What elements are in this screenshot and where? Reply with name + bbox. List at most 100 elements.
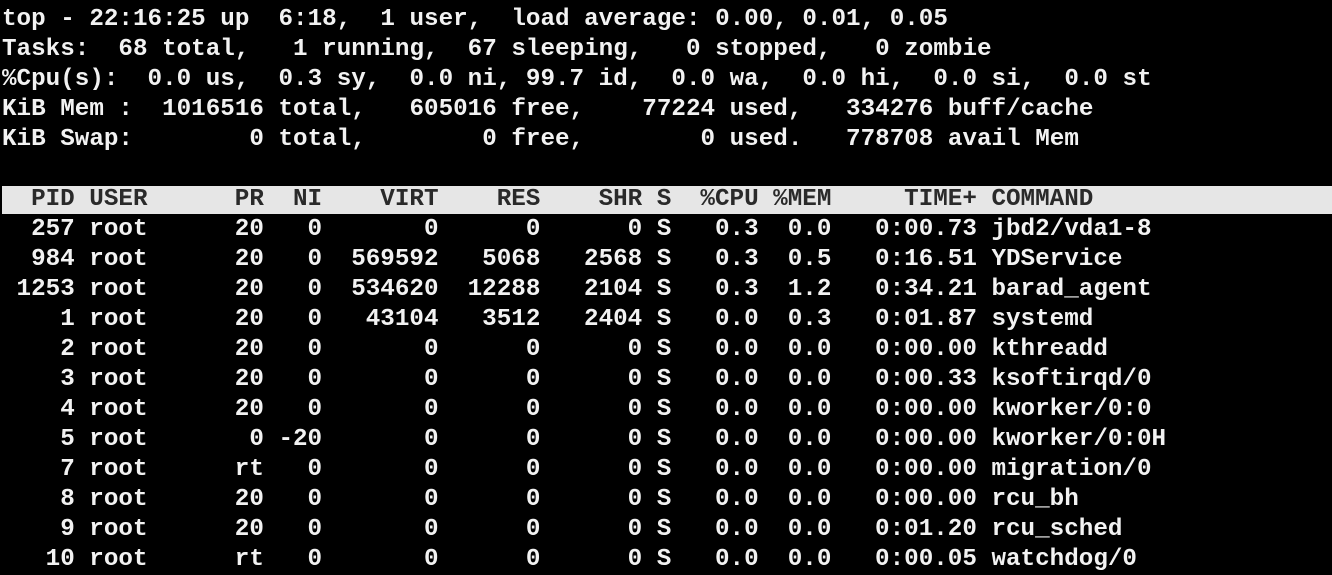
process-row: 257 root 20 0 0 0 0 S 0.3 0.0 0:00.73 jbd2/vda1-8 xyxy=(2,215,1152,245)
user-cell: root xyxy=(89,546,148,573)
shr-cell: SHR xyxy=(598,186,643,213)
pr-cell: 20 xyxy=(234,396,264,423)
virt-cell: 0 xyxy=(423,396,439,423)
user-cell: root xyxy=(89,456,148,483)
res-cell: 3512 xyxy=(482,306,541,333)
state-cell: S xyxy=(656,336,672,363)
ni-cell: 0 xyxy=(307,486,323,513)
state-cell: S xyxy=(656,186,672,213)
shr-cell: 0 xyxy=(627,456,643,483)
cpu-cell: 0.0 xyxy=(714,516,759,543)
pid-cell: 2 xyxy=(60,336,75,363)
res-cell: 0 xyxy=(525,486,541,513)
pid-cell: 1 xyxy=(60,306,75,333)
pr-cell: 20 xyxy=(234,336,264,363)
pr-cell: 0 xyxy=(249,426,264,453)
ni-cell: 0 xyxy=(307,246,323,273)
mem-cell: 0.0 xyxy=(787,366,832,393)
cpu-cell: 0.3 xyxy=(714,276,759,303)
time-cell: 0:00.00 xyxy=(875,396,977,423)
pr-cell: 20 xyxy=(234,516,264,543)
state-cell: S xyxy=(656,366,672,393)
process-row: 3 root 20 0 0 0 0 S 0.0 0.0 0:00.33 ksoftirqd/0 xyxy=(2,365,1152,395)
state-cell: S xyxy=(656,396,672,423)
command-cell: kworker/0:0 xyxy=(991,396,1152,423)
process-row: 2 root 20 0 0 0 0 S 0.0 0.0 0:00.00 kthreadd xyxy=(2,335,1108,365)
user-cell: root xyxy=(89,516,148,543)
command-cell: rcu_sched xyxy=(991,516,1123,543)
time-cell: 0:34.21 xyxy=(875,276,977,303)
state-cell: S xyxy=(656,426,672,453)
time-cell: 0:00.05 xyxy=(875,546,977,573)
mem-cell: 0.0 xyxy=(787,396,832,423)
user-cell: root xyxy=(89,216,148,243)
command-cell: ksoftirqd/0 xyxy=(991,366,1152,393)
time-cell: 0:01.20 xyxy=(875,516,977,543)
command-cell: watchdog/0 xyxy=(991,546,1137,573)
shr-cell: 2568 xyxy=(584,246,643,273)
state-cell: S xyxy=(656,216,672,243)
process-row: 984 root 20 0 569592 5068 2568 S 0.3 0.5 0:16.51 YD… xyxy=(2,245,1122,275)
cpu-cell: 0.0 xyxy=(714,426,759,453)
state-cell: S xyxy=(656,486,672,513)
process-row: 9 root 20 0 0 0 0 S 0.0 0.0 0:01.20 rcu_sched xyxy=(2,515,1122,545)
command-cell: kworker/0:0H xyxy=(991,426,1167,453)
ni-cell: 0 xyxy=(307,456,323,483)
time-cell: 0:00.00 xyxy=(875,336,977,363)
pr-cell: rt xyxy=(234,546,264,573)
cpu-cell: 0.0 xyxy=(714,336,759,363)
cpu-cell: 0.0 xyxy=(714,456,759,483)
user-cell: root xyxy=(89,426,148,453)
command-cell: jbd2/vda1-8 xyxy=(991,216,1152,243)
ni-cell: 0 xyxy=(307,516,323,543)
mem-cell: 0.0 xyxy=(787,426,832,453)
res-cell: 0 xyxy=(525,456,541,483)
time-cell: 0:00.00 xyxy=(875,486,977,513)
res-cell: 0 xyxy=(525,516,541,543)
pid-cell: 3 xyxy=(60,366,75,393)
state-cell: S xyxy=(656,306,672,333)
user-cell: root xyxy=(89,396,148,423)
virt-cell: 569592 xyxy=(351,246,439,273)
pr-cell: 20 xyxy=(234,366,264,393)
time-cell: 0:00.00 xyxy=(875,426,977,453)
time-cell: 0:01.87 xyxy=(875,306,977,333)
uptime-line: top - 22:16:25 up 6:18, 1 user, load ave… xyxy=(2,6,948,33)
pid-cell: 7 xyxy=(60,456,75,483)
command-cell: barad_agent xyxy=(991,276,1152,303)
shr-cell: 0 xyxy=(627,486,643,513)
process-row: 5 root 0 -20 0 0 0 S 0.0 0.0 0:00.00 kworker/0:0H xyxy=(2,425,1166,455)
ni-cell: 0 xyxy=(307,396,323,423)
user-cell: root xyxy=(89,336,148,363)
pid-cell: 1253 xyxy=(16,276,75,303)
user-cell: root xyxy=(89,366,148,393)
mem-cell: 0.0 xyxy=(787,456,832,483)
process-row: 1253 root 20 0 534620 12288 2104 S 0.3 1.2 0:34.21… xyxy=(2,275,1152,305)
virt-cell: 0 xyxy=(423,336,439,363)
ni-cell: 0 xyxy=(307,546,323,573)
pr-cell: 20 xyxy=(234,216,264,243)
shr-cell: 0 xyxy=(627,366,643,393)
process-table-header: PID USER PR NI VIRT RES SHR S %CPU %MEM TIME+ COMMA… xyxy=(2,186,1332,214)
mem-cell: 0.0 xyxy=(787,486,832,513)
command-cell: YDService xyxy=(991,246,1123,273)
mem-cell: 0.0 xyxy=(787,546,832,573)
state-cell: S xyxy=(656,276,672,303)
res-cell: 0 xyxy=(525,546,541,573)
cpu-cell: 0.0 xyxy=(714,396,759,423)
cpu-cell: %CPU xyxy=(700,186,759,213)
user-cell: root xyxy=(89,306,148,333)
virt-cell: 0 xyxy=(423,486,439,513)
process-row: 8 root 20 0 0 0 0 S 0.0 0.0 0:00.00 rcu_bh xyxy=(2,485,1079,515)
mem-cell: 0.3 xyxy=(787,306,832,333)
process-row: 7 root rt 0 0 0 0 S 0.0 0.0 0:00.00 migration/0 xyxy=(2,455,1151,485)
mem-cell: %MEM xyxy=(773,186,832,213)
ni-cell: -20 xyxy=(278,426,323,453)
command-cell: kthreadd xyxy=(991,336,1108,363)
virt-cell: 0 xyxy=(423,426,439,453)
pid-cell: 9 xyxy=(60,516,75,543)
virt-cell: 0 xyxy=(423,366,439,393)
shr-cell: 2104 xyxy=(584,276,643,303)
mem-cell: 0.0 xyxy=(787,516,832,543)
virt-cell: 43104 xyxy=(365,306,439,333)
